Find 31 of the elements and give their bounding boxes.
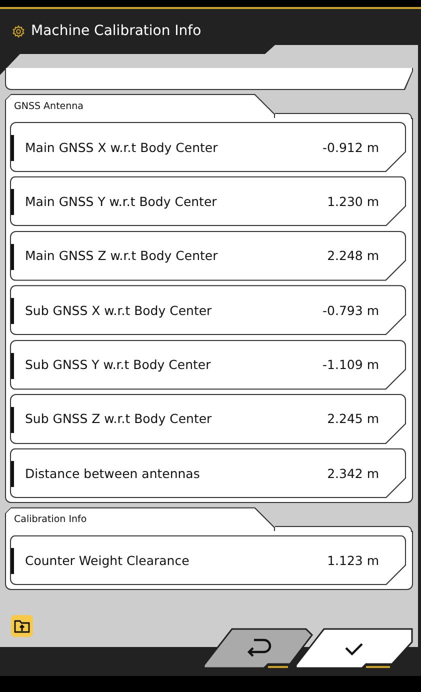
row-label: Distance between antennas: [25, 466, 201, 481]
row-value: 2.245 m: [327, 411, 379, 426]
row-label: Sub GNSS Z w.r.t Body Center: [25, 411, 213, 426]
row-marker: [11, 135, 14, 161]
row-value: -0.793 m: [322, 302, 379, 318]
row-value: -0.912 m: [322, 140, 379, 154]
row-value: -1.109 m: [322, 357, 379, 372]
row-value: 1.123 m: [327, 552, 379, 568]
back-button[interactable]: [202, 628, 314, 668]
row-label: Main GNSS X w.r.t Body Center: [25, 140, 219, 154]
row-marker: [11, 189, 14, 216]
row-marker: [11, 298, 14, 324]
row-label: Counter Weight Clearance: [25, 552, 190, 568]
folder-upload-icon[interactable]: [11, 615, 33, 637]
gear-icon: [12, 24, 25, 38]
section-title: Calibration Info: [14, 514, 87, 526]
section-title: GNSS Antenna: [14, 101, 84, 112]
confirm-button[interactable]: [294, 628, 414, 668]
row-label: Sub GNSS X w.r.t Body Center: [25, 302, 213, 318]
window-title: Machine Calibration Info: [31, 23, 202, 39]
row-value: 1.230 m: [327, 194, 379, 209]
row-marker: [11, 244, 14, 270]
row-value: 2.248 m: [327, 248, 379, 264]
row-marker: [11, 406, 14, 433]
row-value: 2.342 m: [327, 466, 379, 481]
row-marker: [11, 548, 14, 574]
row-label: Sub GNSS Y w.r.t Body Center: [25, 357, 212, 372]
row-label: Main GNSS Z w.r.t Body Center: [25, 248, 219, 264]
row-marker: [11, 461, 14, 488]
row-marker: [11, 352, 14, 379]
row-label: Main GNSS Y w.r.t Body Center: [25, 194, 218, 209]
